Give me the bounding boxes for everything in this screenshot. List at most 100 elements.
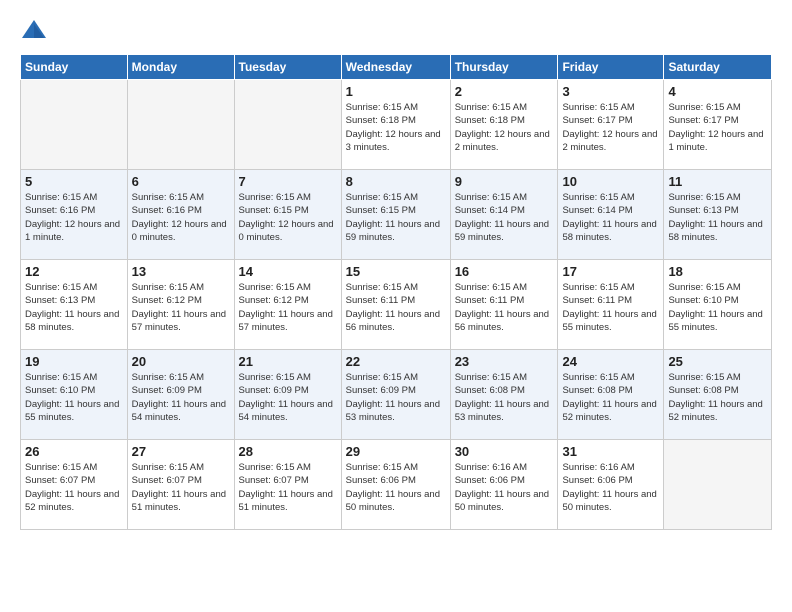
day-info: Sunrise: 6:15 AM Sunset: 6:12 PM Dayligh… <box>239 281 337 334</box>
day-number: 3 <box>562 84 659 99</box>
calendar-day-cell <box>234 80 341 170</box>
col-tuesday: Tuesday <box>234 55 341 80</box>
day-info: Sunrise: 6:15 AM Sunset: 6:15 PM Dayligh… <box>346 191 446 244</box>
day-number: 24 <box>562 354 659 369</box>
calendar-day-cell: 22 Sunrise: 6:15 AM Sunset: 6:09 PM Dayli… <box>341 350 450 440</box>
day-info: Sunrise: 6:15 AM Sunset: 6:18 PM Dayligh… <box>455 101 554 154</box>
day-info: Sunrise: 6:15 AM Sunset: 6:09 PM Dayligh… <box>346 371 446 424</box>
calendar-day-cell: 12 Sunrise: 6:15 AM Sunset: 6:13 PM Dayli… <box>21 260 128 350</box>
calendar-day-cell: 7Sunrise: 6:15 AM Sunset: 6:15 PM Daylig… <box>234 170 341 260</box>
calendar-day-cell: 6 Sunrise: 6:15 AM Sunset: 6:16 PM Daylig… <box>127 170 234 260</box>
calendar-day-cell: 27 Sunrise: 6:15 AM Sunset: 6:07 PM Dayli… <box>127 440 234 530</box>
day-number: 25 <box>668 354 767 369</box>
calendar-day-cell: 11 Sunrise: 6:15 AM Sunset: 6:13 PM Dayli… <box>664 170 772 260</box>
logo <box>20 16 52 44</box>
day-number: 20 <box>132 354 230 369</box>
day-info: Sunrise: 6:15 AM Sunset: 6:11 PM Dayligh… <box>455 281 554 334</box>
day-info: Sunrise: 6:15 AM Sunset: 6:14 PM Dayligh… <box>562 191 659 244</box>
day-number: 10 <box>562 174 659 189</box>
day-info: Sunrise: 6:15 AM Sunset: 6:15 PM Dayligh… <box>239 191 337 244</box>
day-number: 29 <box>346 444 446 459</box>
calendar-day-cell: 13Sunrise: 6:15 AM Sunset: 6:12 PM Dayli… <box>127 260 234 350</box>
calendar-day-cell: 31 Sunrise: 6:16 AM Sunset: 6:06 PM Dayli… <box>558 440 664 530</box>
day-info: Sunrise: 6:15 AM Sunset: 6:14 PM Dayligh… <box>455 191 554 244</box>
day-info: Sunrise: 6:15 AM Sunset: 6:16 PM Dayligh… <box>25 191 123 244</box>
day-info: Sunrise: 6:15 AM Sunset: 6:09 PM Dayligh… <box>239 371 337 424</box>
day-number: 9 <box>455 174 554 189</box>
calendar-day-cell: 1 Sunrise: 6:15 AM Sunset: 6:18 PM Daylig… <box>341 80 450 170</box>
day-number: 30 <box>455 444 554 459</box>
calendar-day-cell <box>127 80 234 170</box>
day-info: Sunrise: 6:15 AM Sunset: 6:08 PM Dayligh… <box>668 371 767 424</box>
calendar-day-cell: 3 Sunrise: 6:15 AM Sunset: 6:17 PM Daylig… <box>558 80 664 170</box>
day-info: Sunrise: 6:15 AM Sunset: 6:07 PM Dayligh… <box>25 461 123 514</box>
day-info: Sunrise: 6:15 AM Sunset: 6:09 PM Dayligh… <box>132 371 230 424</box>
calendar-day-cell: 21Sunrise: 6:15 AM Sunset: 6:09 PM Dayli… <box>234 350 341 440</box>
calendar-day-cell: 23 Sunrise: 6:15 AM Sunset: 6:08 PM Dayli… <box>450 350 558 440</box>
day-info: Sunrise: 6:15 AM Sunset: 6:11 PM Dayligh… <box>346 281 446 334</box>
day-number: 16 <box>455 264 554 279</box>
day-number: 1 <box>346 84 446 99</box>
day-number: 31 <box>562 444 659 459</box>
calendar-day-cell: 25 Sunrise: 6:15 AM Sunset: 6:08 PM Dayli… <box>664 350 772 440</box>
col-friday: Friday <box>558 55 664 80</box>
day-info: Sunrise: 6:15 AM Sunset: 6:13 PM Dayligh… <box>668 191 767 244</box>
calendar-week-row: 26 Sunrise: 6:15 AM Sunset: 6:07 PM Dayli… <box>21 440 772 530</box>
day-number: 18 <box>668 264 767 279</box>
calendar-day-cell: 8 Sunrise: 6:15 AM Sunset: 6:15 PM Daylig… <box>341 170 450 260</box>
day-info: Sunrise: 6:15 AM Sunset: 6:11 PM Dayligh… <box>562 281 659 334</box>
calendar-day-cell: 17 Sunrise: 6:15 AM Sunset: 6:11 PM Dayli… <box>558 260 664 350</box>
day-number: 27 <box>132 444 230 459</box>
header <box>20 16 772 44</box>
calendar-day-cell: 4Sunrise: 6:15 AM Sunset: 6:17 PM Daylig… <box>664 80 772 170</box>
calendar-table: Sunday Monday Tuesday Wednesday Thursday… <box>20 54 772 530</box>
col-sunday: Sunday <box>21 55 128 80</box>
calendar-day-cell: 9 Sunrise: 6:15 AM Sunset: 6:14 PM Daylig… <box>450 170 558 260</box>
calendar-day-cell: 30 Sunrise: 6:16 AM Sunset: 6:06 PM Dayli… <box>450 440 558 530</box>
day-info: Sunrise: 6:15 AM Sunset: 6:16 PM Dayligh… <box>132 191 230 244</box>
calendar-week-row: 19Sunrise: 6:15 AM Sunset: 6:10 PM Dayli… <box>21 350 772 440</box>
day-info: Sunrise: 6:15 AM Sunset: 6:10 PM Dayligh… <box>668 281 767 334</box>
calendar-week-row: 12 Sunrise: 6:15 AM Sunset: 6:13 PM Dayli… <box>21 260 772 350</box>
calendar-day-cell: 16 Sunrise: 6:15 AM Sunset: 6:11 PM Dayli… <box>450 260 558 350</box>
day-number: 4 <box>668 84 767 99</box>
day-info: Sunrise: 6:16 AM Sunset: 6:06 PM Dayligh… <box>455 461 554 514</box>
calendar-day-cell <box>21 80 128 170</box>
day-number: 6 <box>132 174 230 189</box>
day-number: 12 <box>25 264 123 279</box>
calendar-day-cell: 18 Sunrise: 6:15 AM Sunset: 6:10 PM Dayli… <box>664 260 772 350</box>
day-number: 26 <box>25 444 123 459</box>
day-info: Sunrise: 6:15 AM Sunset: 6:07 PM Dayligh… <box>132 461 230 514</box>
calendar-day-cell: 2 Sunrise: 6:15 AM Sunset: 6:18 PM Daylig… <box>450 80 558 170</box>
calendar-day-cell: 26 Sunrise: 6:15 AM Sunset: 6:07 PM Dayli… <box>21 440 128 530</box>
calendar-day-cell: 24 Sunrise: 6:15 AM Sunset: 6:08 PM Dayli… <box>558 350 664 440</box>
col-monday: Monday <box>127 55 234 80</box>
calendar-day-cell: 28Sunrise: 6:15 AM Sunset: 6:07 PM Dayli… <box>234 440 341 530</box>
calendar-day-cell <box>664 440 772 530</box>
day-info: Sunrise: 6:15 AM Sunset: 6:18 PM Dayligh… <box>346 101 446 154</box>
calendar-day-cell: 14 Sunrise: 6:15 AM Sunset: 6:12 PM Dayli… <box>234 260 341 350</box>
col-thursday: Thursday <box>450 55 558 80</box>
day-number: 23 <box>455 354 554 369</box>
day-info: Sunrise: 6:15 AM Sunset: 6:13 PM Dayligh… <box>25 281 123 334</box>
calendar-day-cell: 10 Sunrise: 6:15 AM Sunset: 6:14 PM Dayli… <box>558 170 664 260</box>
calendar-week-row: 1 Sunrise: 6:15 AM Sunset: 6:18 PM Daylig… <box>21 80 772 170</box>
day-info: Sunrise: 6:16 AM Sunset: 6:06 PM Dayligh… <box>562 461 659 514</box>
day-number: 2 <box>455 84 554 99</box>
day-info: Sunrise: 6:15 AM Sunset: 6:08 PM Dayligh… <box>455 371 554 424</box>
col-wednesday: Wednesday <box>341 55 450 80</box>
day-info: Sunrise: 6:15 AM Sunset: 6:17 PM Dayligh… <box>562 101 659 154</box>
calendar-week-row: 5 Sunrise: 6:15 AM Sunset: 6:16 PM Daylig… <box>21 170 772 260</box>
day-number: 5 <box>25 174 123 189</box>
day-number: 22 <box>346 354 446 369</box>
day-number: 8 <box>346 174 446 189</box>
day-number: 14 <box>239 264 337 279</box>
day-info: Sunrise: 6:15 AM Sunset: 6:12 PM Dayligh… <box>132 281 230 334</box>
calendar-header-row: Sunday Monday Tuesday Wednesday Thursday… <box>21 55 772 80</box>
day-info: Sunrise: 6:15 AM Sunset: 6:08 PM Dayligh… <box>562 371 659 424</box>
day-number: 11 <box>668 174 767 189</box>
calendar-day-cell: 19Sunrise: 6:15 AM Sunset: 6:10 PM Dayli… <box>21 350 128 440</box>
day-number: 17 <box>562 264 659 279</box>
day-info: Sunrise: 6:15 AM Sunset: 6:07 PM Dayligh… <box>239 461 337 514</box>
day-info: Sunrise: 6:15 AM Sunset: 6:10 PM Dayligh… <box>25 371 123 424</box>
